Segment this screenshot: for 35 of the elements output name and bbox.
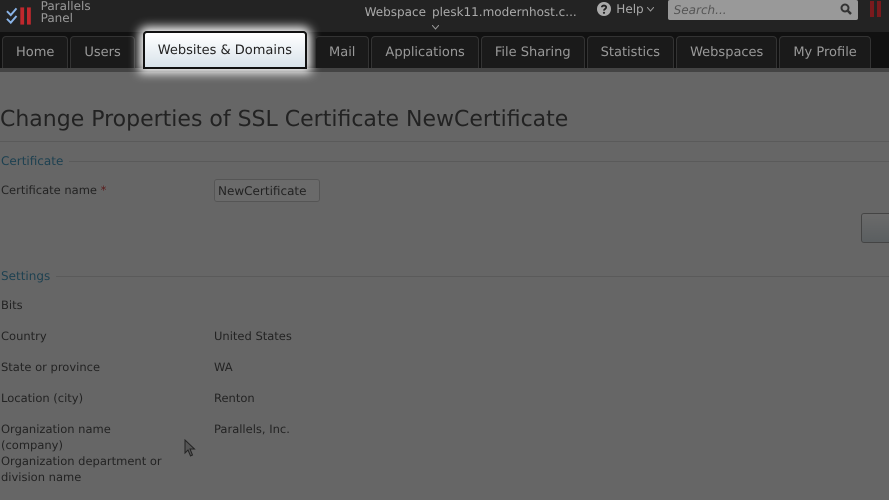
nav-tab[interactable]: Statistics xyxy=(586,36,674,68)
nav-tab[interactable]: File Sharing xyxy=(480,36,585,68)
webspace-label: Webspace xyxy=(364,5,426,21)
nav-tab[interactable]: Applications xyxy=(371,36,479,68)
nav-tab[interactable]: Webspaces xyxy=(676,36,778,68)
search-field[interactable]: Search... xyxy=(668,0,858,20)
field-value: Renton xyxy=(214,390,255,406)
field-value: Parallels, Inc. xyxy=(214,421,290,437)
logo-text: Parallels xyxy=(40,0,91,12)
caret-icon xyxy=(646,6,654,12)
field-label: State or province xyxy=(1,359,102,375)
field-label: Country xyxy=(1,328,48,344)
logo-icon xyxy=(870,1,884,17)
webspace-dropdown[interactable]: plesk11.modernhost.c... xyxy=(432,5,578,33)
caret-icon xyxy=(432,25,439,30)
section-heading: Certificate xyxy=(1,154,64,168)
section-heading: Settings xyxy=(1,269,50,283)
logo-text: Panel xyxy=(40,12,74,24)
page-title: Change Properties of SSL Certificate NewCertificate xyxy=(0,107,889,142)
field-label: Organization department or division name xyxy=(1,453,163,485)
field-value: WA xyxy=(214,359,233,375)
field-label: Certificate name * xyxy=(1,182,108,198)
cursor-icon xyxy=(184,439,196,457)
search-icon xyxy=(840,2,852,14)
help-menu[interactable]: Help xyxy=(597,2,654,16)
button[interactable] xyxy=(861,213,889,243)
nav-tab[interactable]: Home xyxy=(2,36,68,68)
field-label: Organization name (company) xyxy=(1,421,112,453)
nav-tab[interactable]: Websites & Domains xyxy=(142,31,308,69)
field-label: Bits xyxy=(1,297,24,313)
nav-tab[interactable]: Users xyxy=(70,36,135,68)
nav-tab[interactable]: Mail xyxy=(315,36,370,68)
nav-tab[interactable]: My Profile xyxy=(779,36,871,68)
field-value: United States xyxy=(214,328,292,344)
field-label: Location (city) xyxy=(1,390,84,406)
